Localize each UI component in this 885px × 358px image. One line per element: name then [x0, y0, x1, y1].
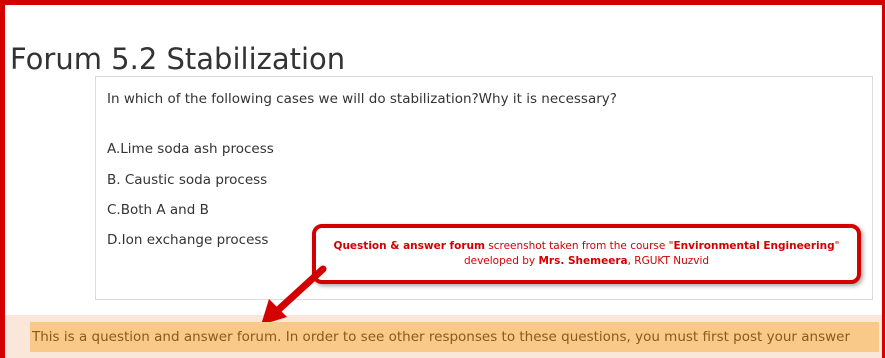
annotation-callout: Question & answer forum screenshot taken… — [312, 224, 861, 284]
annotation-arrow-icon — [261, 265, 327, 325]
callout-text-6: , RGUKT Nuzvid — [627, 255, 710, 267]
forum-notice-bar: This is a question and answer forum. In … — [30, 322, 879, 352]
forum-notice-text: This is a question and answer forum. In … — [32, 329, 851, 345]
callout-text: Question & answer forum screenshot taken… — [330, 239, 843, 269]
page-title: Forum 5.2 Stabilization — [10, 42, 346, 77]
callout-author: Mrs. Shemeera — [538, 255, 628, 267]
question-text: In which of the following cases we will … — [107, 91, 617, 107]
option-c: C.Both A and B — [107, 202, 209, 218]
callout-text-2: screenshot taken from the course " — [484, 240, 674, 252]
option-d: D.Ion exchange process — [107, 232, 269, 248]
option-b: B. Caustic soda process — [107, 172, 268, 188]
callout-forum-label: Question & answer forum — [333, 240, 485, 252]
callout-course-name: Environmental Engineering — [673, 240, 835, 252]
option-a: A.Lime soda ash process — [107, 141, 274, 157]
